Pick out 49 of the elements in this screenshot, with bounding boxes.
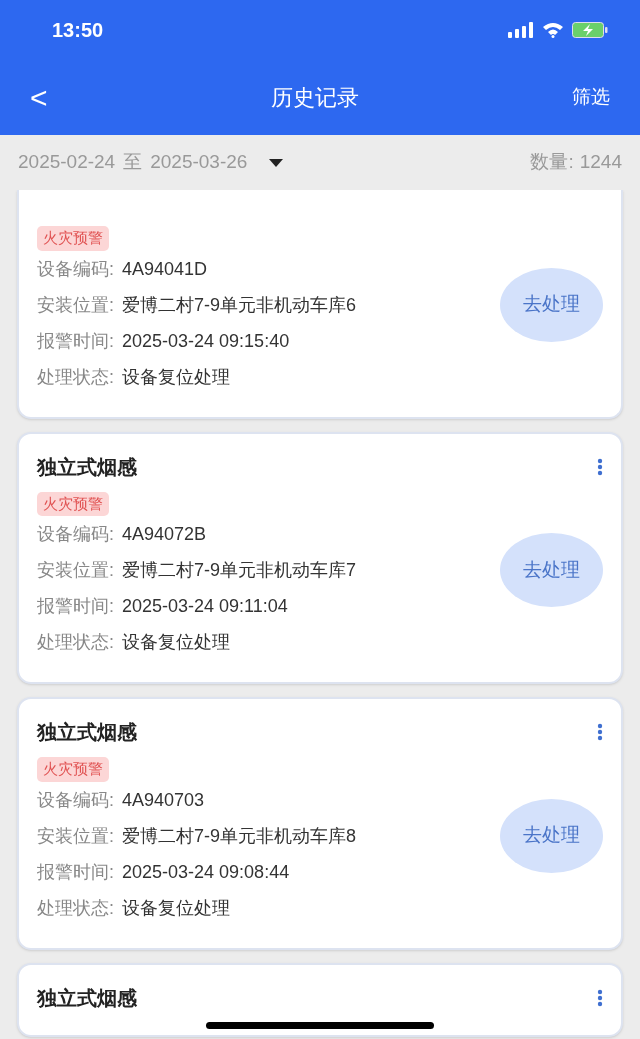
- end-date: 2025-03-26: [150, 150, 248, 175]
- field-value: 2025-03-24 09:08:44: [122, 860, 290, 884]
- filter-button[interactable]: 筛选: [560, 83, 610, 112]
- field-label: 报警时间:: [37, 595, 114, 618]
- field-label: 设备编码:: [37, 788, 114, 812]
- battery-charging-icon: [572, 22, 608, 38]
- back-button[interactable]: <: [30, 75, 70, 120]
- more-options-icon[interactable]: [597, 457, 603, 476]
- field-value: 2025-03-24 09:15:40: [122, 329, 290, 353]
- wifi-icon: [542, 22, 564, 38]
- field-value: 4A94072B: [122, 523, 207, 546]
- field-label: 安装位置:: [37, 824, 114, 848]
- card-title: 独立式烟感: [37, 720, 137, 745]
- alarm-tag: 火灾预警: [37, 226, 109, 251]
- field-label: 安装位置:: [37, 293, 114, 317]
- signal-icon: [508, 22, 534, 38]
- field-label: 处理状态:: [37, 896, 114, 920]
- field-label: 处理状态:: [37, 631, 114, 654]
- card-title: 独立式烟感: [37, 985, 137, 1011]
- count-value: 1244: [579, 150, 622, 175]
- process-button[interactable]: 去处理: [500, 533, 603, 607]
- card-title: 独立式烟感: [37, 454, 137, 480]
- field-value: 4A94041D: [122, 257, 208, 281]
- alarm-tag: 火灾预警: [37, 491, 109, 516]
- field-label: 安装位置:: [37, 559, 114, 582]
- more-options-icon[interactable]: [597, 988, 603, 1007]
- alarm-tag: 火灾预警: [37, 757, 109, 782]
- field-value: 4A940703: [122, 788, 205, 812]
- field-label: 设备编码:: [37, 257, 114, 281]
- start-date: 2025-02-24: [18, 150, 116, 175]
- page-title: 历史记录: [271, 84, 359, 112]
- field-value: 2025-03-24 09:11:04: [122, 595, 288, 618]
- field-value: 设备复位处理: [122, 631, 230, 654]
- field-label: 报警时间:: [37, 860, 114, 884]
- count-label: 数量:: [530, 150, 574, 175]
- field-label: 设备编码:: [37, 523, 114, 546]
- process-button[interactable]: 去处理: [500, 798, 603, 873]
- field-label: 报警时间:: [37, 329, 114, 353]
- more-options-icon[interactable]: [597, 723, 603, 741]
- field-value: 爱博二村7-9单元非机动车库8: [122, 824, 357, 848]
- dropdown-caret-icon[interactable]: [269, 158, 284, 167]
- field-value: 设备复位处理: [122, 365, 230, 389]
- field-value: 设备复位处理: [122, 896, 230, 920]
- field-value: 爱博二村7-9单元非机动车库6: [122, 293, 357, 317]
- status-time: 13:50: [52, 18, 104, 43]
- field-value: 爱博二村7-9单元非机动车库7: [122, 559, 357, 582]
- field-label: 处理状态:: [37, 365, 114, 389]
- date-separator: 至: [123, 150, 143, 175]
- process-button[interactable]: 去处理: [500, 267, 603, 342]
